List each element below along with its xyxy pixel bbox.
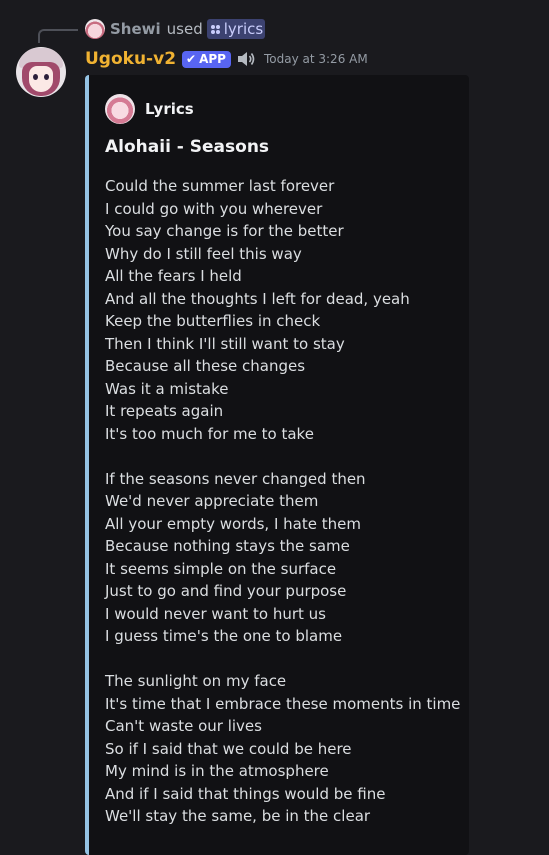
lyric-line: If the seasons never changed then xyxy=(105,469,366,488)
lyric-line: I would never want to hurt us xyxy=(105,604,326,623)
lyric-line: It's too much for me to take xyxy=(105,424,314,443)
lyric-line: I could go with you wherever xyxy=(105,199,323,218)
lyric-line: I guess time's the one to blame xyxy=(105,627,343,645)
reply-context[interactable]: Shewi used lyrics xyxy=(85,19,266,39)
checkmark-icon: ✔ xyxy=(186,52,197,66)
lyric-line: Because all these changes xyxy=(105,357,306,375)
lyric-line: Why do I still feel this way xyxy=(105,244,302,263)
embed-author: Lyrics xyxy=(105,94,194,124)
lyric-line: Because nothing stays the same xyxy=(105,537,350,555)
slash-command-name: lyrics xyxy=(223,20,264,38)
reply-used-text: used xyxy=(166,20,203,38)
app-badge-label: APP xyxy=(199,52,226,66)
lyric-line: We'd never appreciate them xyxy=(105,492,319,510)
apps-icon xyxy=(210,24,220,34)
lyric-line: It repeats again xyxy=(105,402,224,420)
lyric-line: Could the summer last forever xyxy=(105,177,335,195)
lyric-line: Can't waste our lives xyxy=(105,717,262,735)
lyric-line: It's time that I embrace these moments i… xyxy=(105,694,461,713)
lyric-line: Just to go and find your purpose xyxy=(105,582,347,600)
reply-connector xyxy=(38,29,78,43)
lyric-line: And if I said that things would be fine xyxy=(105,784,386,803)
reply-user-avatar[interactable] xyxy=(85,19,105,39)
lyrics-embed: Lyrics Alohaii - Seasons Could the summe… xyxy=(85,75,469,855)
lyric-line: All your empty words, I hate them xyxy=(105,514,361,533)
lyric-line: You say change is for the better xyxy=(105,222,344,240)
lyric-line xyxy=(105,648,465,671)
bot-avatar[interactable] xyxy=(16,47,66,97)
lyric-line: Was it a mistake xyxy=(105,379,229,398)
lyric-line: Keep the butterflies in check xyxy=(105,312,321,330)
lyric-line: So if I said that we could be here xyxy=(105,739,352,758)
lyric-line: We'll stay the same, be in the clear xyxy=(105,807,371,825)
lyric-line: My mind is in the atmosphere xyxy=(105,762,329,780)
app-badge: ✔ APP xyxy=(182,50,231,68)
lyric-line: And all the thoughts I left for dead, ye… xyxy=(105,289,410,308)
embed-author-icon xyxy=(105,94,135,124)
message-timestamp[interactable]: Today at 3:26 AM xyxy=(264,52,368,66)
message-header: Ugoku-v2 ✔ APP Today at 3:26 AM xyxy=(85,48,368,70)
embed-description: Could the summer last forever I could go … xyxy=(105,175,465,828)
lyric-line: All the fears I held xyxy=(105,267,242,285)
lyric-line: The sunlight on my face xyxy=(105,672,287,690)
lyric-line: Then I think I'll still want to stay xyxy=(105,334,345,353)
bot-username[interactable]: Ugoku-v2 xyxy=(85,49,176,69)
slash-command-chip[interactable]: lyrics xyxy=(206,19,266,39)
embed-title: Alohaii - Seasons xyxy=(105,137,270,157)
lyric-line: It seems simple on the surface xyxy=(105,559,337,578)
lyric-line xyxy=(105,445,465,468)
reply-username[interactable]: Shewi xyxy=(110,20,161,38)
speaker-icon xyxy=(237,52,255,66)
embed-author-name: Lyrics xyxy=(145,100,194,118)
